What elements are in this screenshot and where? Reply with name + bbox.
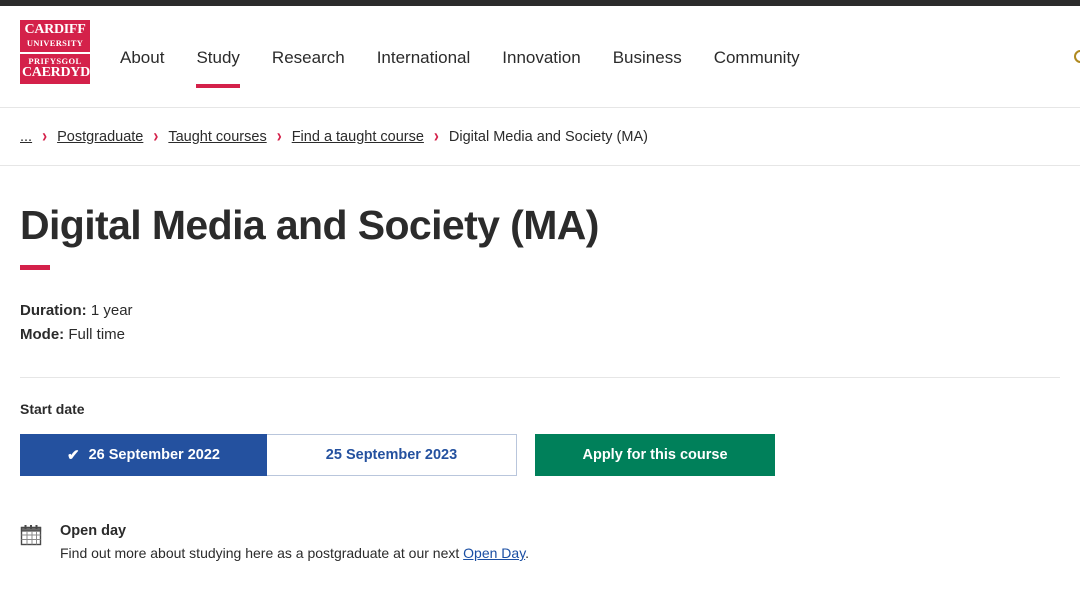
course-mode: Mode: Full time: [20, 323, 1060, 347]
open-day-description: Find out more about studying here as a p…: [60, 544, 529, 563]
start-date-option-2023[interactable]: 25 September 2023: [267, 434, 517, 476]
open-day-section: Open day Find out more about studying he…: [20, 522, 1060, 563]
breadcrumb-item-postgraduate[interactable]: Postgraduate: [57, 129, 143, 145]
breadcrumb-divider: [0, 165, 1080, 166]
logo-block-english: CARDIFF UNIVERSITY: [20, 20, 90, 52]
apply-for-this-course-button[interactable]: Apply for this course: [535, 434, 775, 476]
nav-item-business[interactable]: Business: [613, 48, 682, 72]
calendar-icon: [20, 524, 42, 546]
breadcrumb-item-current: Digital Media and Society (MA): [449, 129, 648, 145]
course-meta: Duration: 1 year Mode: Full time: [20, 299, 1060, 347]
course-actions: ✔ 26 September 2022 25 September 2023 Ap…: [20, 434, 1060, 476]
breadcrumb: ... › Postgraduate › Taught courses › Fi…: [0, 108, 1080, 165]
start-date-option-2023-label: 25 September 2023: [326, 447, 457, 463]
search-icon[interactable]: [1074, 50, 1080, 63]
main-content: Digital Media and Society (MA) Duration:…: [0, 202, 1080, 563]
nav-item-international[interactable]: International: [377, 48, 471, 72]
logo-text-caerdydd: CAERDYDD: [22, 66, 88, 80]
course-duration-label: Duration:: [20, 302, 87, 319]
breadcrumb-item-ellipsis[interactable]: ...: [20, 129, 32, 145]
cardiff-university-logo[interactable]: CARDIFF UNIVERSITY PRIFYSGOL CAERDYDD: [20, 20, 90, 84]
chevron-right-icon: ›: [434, 127, 439, 146]
check-icon: ✔: [67, 448, 80, 463]
nav-item-innovation[interactable]: Innovation: [502, 48, 580, 72]
header-search[interactable]: [1066, 50, 1080, 63]
course-mode-value: Full time: [64, 326, 125, 343]
site-header: CARDIFF UNIVERSITY PRIFYSGOL CAERDYDD Ab…: [0, 6, 1080, 107]
open-day-title: Open day: [60, 522, 529, 540]
start-date-toggle-group: ✔ 26 September 2022 25 September 2023: [20, 434, 517, 476]
nav-item-research[interactable]: Research: [272, 48, 345, 72]
breadcrumb-item-taught-courses[interactable]: Taught courses: [168, 129, 266, 145]
start-date-option-2022-label: 26 September 2022: [89, 447, 220, 463]
breadcrumb-item-find-a-taught-course[interactable]: Find a taught course: [292, 129, 424, 145]
course-duration: Duration: 1 year: [20, 299, 1060, 323]
logo-text-prifysgol: PRIFYSGOL: [22, 57, 88, 66]
start-date-option-2022[interactable]: ✔ 26 September 2022: [20, 434, 267, 476]
open-day-text: Open day Find out more about studying he…: [60, 522, 529, 563]
open-day-link[interactable]: Open Day: [463, 545, 525, 561]
nav-item-community[interactable]: Community: [714, 48, 800, 72]
chevron-right-icon: ›: [153, 127, 158, 146]
course-mode-label: Mode:: [20, 326, 64, 343]
chevron-right-icon: ›: [42, 127, 47, 146]
meta-divider: [20, 377, 1060, 378]
open-day-text-after: .: [525, 545, 529, 561]
page-title: Digital Media and Society (MA): [20, 202, 1060, 249]
logo-block-welsh: PRIFYSGOL CAERDYDD: [20, 54, 90, 85]
logo-text-university: UNIVERSITY: [22, 39, 88, 48]
open-day-text-before: Find out more about studying here as a p…: [60, 545, 463, 561]
logo-text-cardiff: CARDIFF: [22, 23, 88, 37]
nav-item-about[interactable]: About: [120, 48, 164, 72]
course-duration-value: 1 year: [87, 302, 133, 319]
chevron-right-icon: ›: [277, 127, 282, 146]
primary-navigation: About Study Research International Innov…: [120, 48, 800, 72]
start-date-label: Start date: [20, 401, 1060, 417]
title-accent-bar: [20, 265, 50, 270]
nav-item-study[interactable]: Study: [196, 48, 239, 72]
